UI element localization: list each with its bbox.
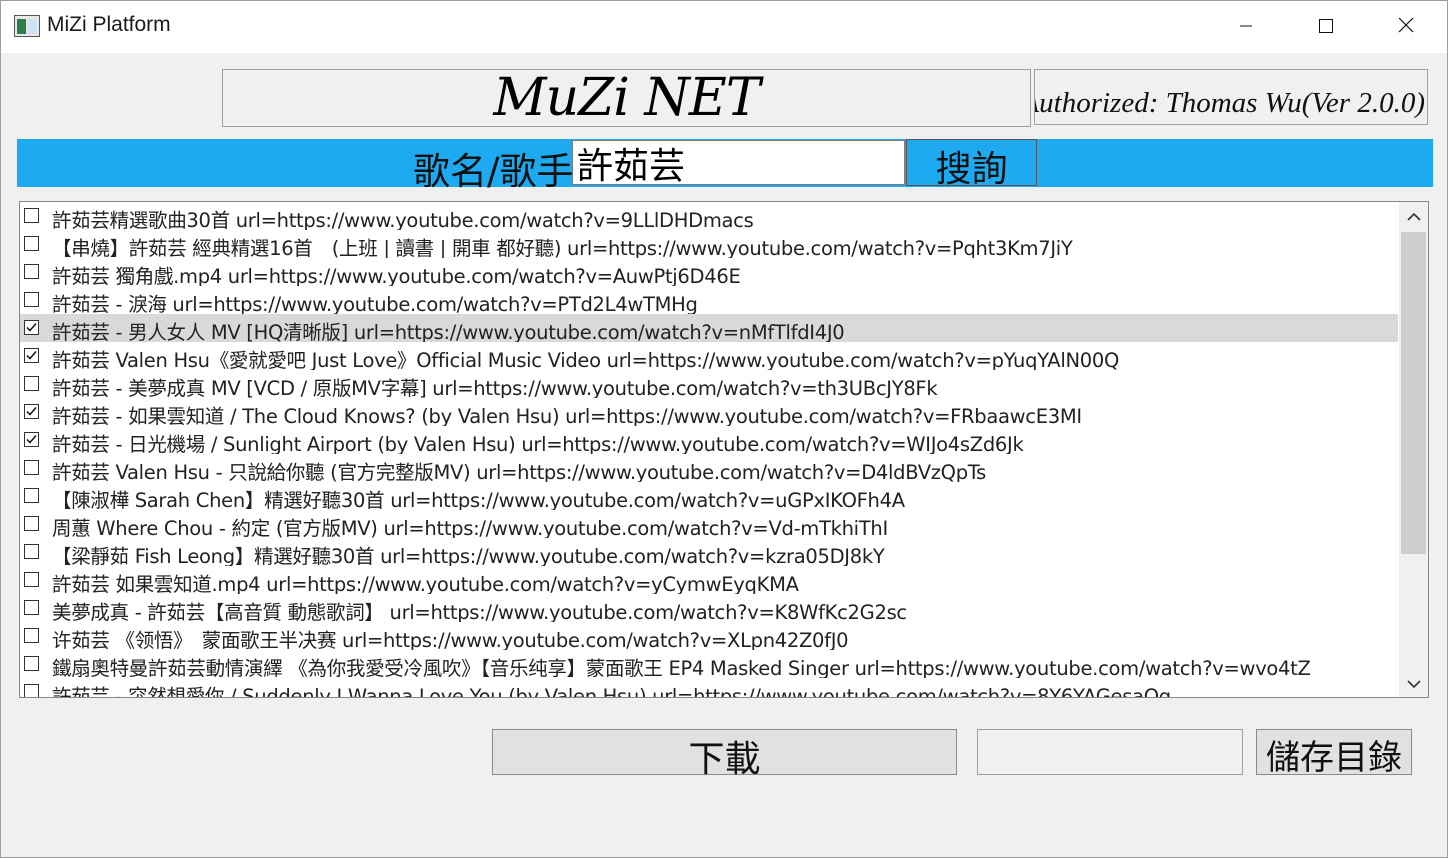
list-item-label: 許茹芸 - 男人女人 MV [HQ清晰版] url=https://www.yo… xyxy=(52,321,845,342)
item-checkbox[interactable] xyxy=(24,600,39,615)
list-item-label: 美夢成真 - 許茹芸【高音質 動態歌詞】 url=https://www.you… xyxy=(52,601,907,622)
item-checkbox[interactable] xyxy=(24,628,39,643)
list-item-label: 【陳淑樺 Sarah Chen】精選好聽30首 url=https://www.… xyxy=(52,489,905,510)
list-item-label: 許茹芸 - 日光機場 / Sunlight Airport (by Valen … xyxy=(52,433,1024,454)
list-item-label: 許茹芸 - 突然想愛你 / Suddenly I Wanna Love You … xyxy=(52,685,1171,698)
list-item[interactable]: 許茹芸 - 突然想愛你 / Suddenly I Wanna Love You … xyxy=(20,678,1398,698)
item-checkbox[interactable] xyxy=(24,264,39,279)
item-checkbox[interactable] xyxy=(24,404,39,419)
list-item-label: 許茹芸 - 淚海 url=https://www.youtube.com/wat… xyxy=(52,293,698,314)
list-item-label: 許茹芸 - 美夢成真 MV [VCD / 原版MV字幕] url=https:/… xyxy=(52,377,938,398)
title-bar: MiZi Platform xyxy=(1,1,1447,53)
list-item[interactable]: 许茹芸 《领悟》 蒙面歌王半决赛 url=https://www.youtube… xyxy=(20,622,1398,650)
list-item[interactable]: 許茹芸 獨角戲.mp4 url=https://www.youtube.com/… xyxy=(20,258,1398,286)
list-item-label: 許茹芸 Valen Hsu《愛就愛吧 Just Love》Official Mu… xyxy=(52,349,1119,370)
authorization-label: Authorized: Thomas Wu(Ver 2.0.0) xyxy=(1034,69,1428,125)
item-checkbox[interactable] xyxy=(24,572,39,587)
search-input[interactable] xyxy=(572,140,905,185)
item-checkbox[interactable] xyxy=(24,544,39,559)
window-title: MiZi Platform xyxy=(47,13,171,36)
app-window: MiZi Platform MuZi NET Authorized: Thoma… xyxy=(0,0,1448,858)
results-list[interactable]: 許茹芸精選歌曲30首 url=https://www.youtube.com/w… xyxy=(19,201,1429,698)
item-checkbox[interactable] xyxy=(24,320,39,335)
app-banner-title: MuZi NET xyxy=(222,68,1031,128)
item-checkbox[interactable] xyxy=(24,376,39,391)
list-item-label: 许茹芸 《领悟》 蒙面歌王半决赛 url=https://www.youtube… xyxy=(52,629,849,650)
list-item[interactable]: 【梁靜茹 Fish Leong】精選好聽30首 url=https://www.… xyxy=(20,538,1398,566)
list-item[interactable]: 周蕙 Where Chou - 約定 (官方版MV) url=https://w… xyxy=(20,510,1398,538)
list-item[interactable]: 許茹芸 - 日光機場 / Sunlight Airport (by Valen … xyxy=(20,426,1398,454)
list-item-label: 【串燒】許茹芸 經典精選16首 (上班 | 讀書 | 開車 都好聽) url=h… xyxy=(52,237,1073,258)
list-item-label: 鐵扇奧特曼許茹芸動情演繹 《為你我愛受冷風吹》【音乐纯享】蒙面歌王 EP4 Ma… xyxy=(52,657,1311,678)
list-item[interactable]: 美夢成真 - 許茹芸【高音質 動態歌詞】 url=https://www.you… xyxy=(20,594,1398,622)
results-rows: 許茹芸精選歌曲30首 url=https://www.youtube.com/w… xyxy=(20,202,1398,698)
minimize-button[interactable] xyxy=(1206,1,1286,53)
list-item[interactable]: 許茹芸 Valen Hsu《愛就愛吧 Just Love》Official Mu… xyxy=(20,342,1398,370)
item-checkbox[interactable] xyxy=(24,460,39,475)
item-checkbox[interactable] xyxy=(24,516,39,531)
item-checkbox[interactable] xyxy=(24,656,39,671)
search-bar: 歌名/歌手 搜詢 xyxy=(17,139,1433,193)
list-item-label: 許茹芸 - 如果雲知道 / The Cloud Knows? (by Valen… xyxy=(52,405,1082,426)
list-item[interactable]: 許茹芸 - 男人女人 MV [HQ清晰版] url=https://www.yo… xyxy=(20,314,1398,342)
save-path-field[interactable] xyxy=(977,729,1243,775)
app-window-icon xyxy=(14,15,40,37)
minimize-icon xyxy=(1239,18,1253,37)
maximize-icon xyxy=(1319,18,1333,37)
item-checkbox[interactable] xyxy=(24,488,39,503)
list-item-label: 許茹芸 Valen Hsu - 只說給你聽 (官方完整版MV) url=http… xyxy=(52,461,987,482)
list-item-label: 許茹芸精選歌曲30首 url=https://www.youtube.com/w… xyxy=(52,209,754,230)
item-checkbox[interactable] xyxy=(24,432,39,447)
vertical-scrollbar[interactable] xyxy=(1399,202,1428,697)
checkmark-icon xyxy=(26,435,37,444)
list-item-label: 許茹芸 如果雲知道.mp4 url=https://www.youtube.co… xyxy=(52,573,799,594)
item-checkbox[interactable] xyxy=(24,684,39,697)
checkmark-icon xyxy=(26,323,37,332)
list-item[interactable]: 【串燒】許茹芸 經典精選16首 (上班 | 讀書 | 開車 都好聽) url=h… xyxy=(20,230,1398,258)
close-button[interactable] xyxy=(1366,1,1446,53)
list-item[interactable]: 【陳淑樺 Sarah Chen】精選好聽30首 url=https://www.… xyxy=(20,482,1398,510)
close-icon xyxy=(1398,17,1414,37)
list-item[interactable]: 許茹芸 - 淚海 url=https://www.youtube.com/wat… xyxy=(20,286,1398,314)
chevron-up-icon xyxy=(1406,207,1421,226)
item-checkbox[interactable] xyxy=(24,348,39,363)
list-item[interactable]: 許茹芸 如果雲知道.mp4 url=https://www.youtube.co… xyxy=(20,566,1398,594)
download-button[interactable]: 下載 xyxy=(492,729,957,780)
checkmark-icon xyxy=(26,351,37,360)
item-checkbox[interactable] xyxy=(24,208,39,223)
chevron-down-icon xyxy=(1406,674,1421,693)
list-item[interactable]: 許茹芸精選歌曲30首 url=https://www.youtube.com/w… xyxy=(20,202,1398,230)
save-directory-button[interactable]: 儲存目錄 xyxy=(1256,729,1412,778)
list-item[interactable]: 許茹芸 - 美夢成真 MV [VCD / 原版MV字幕] url=https:/… xyxy=(20,370,1398,398)
scroll-up-button[interactable] xyxy=(1399,202,1428,230)
list-item[interactable]: 鐵扇奧特曼許茹芸動情演繹 《為你我愛受冷風吹》【音乐纯享】蒙面歌王 EP4 Ma… xyxy=(20,650,1398,678)
list-item[interactable]: 許茹芸 Valen Hsu - 只說給你聽 (官方完整版MV) url=http… xyxy=(20,454,1398,482)
scroll-thumb[interactable] xyxy=(1401,232,1426,554)
scroll-down-button[interactable] xyxy=(1399,669,1428,697)
list-item-label: 許茹芸 獨角戲.mp4 url=https://www.youtube.com/… xyxy=(52,265,741,286)
list-item-label: 周蕙 Where Chou - 約定 (官方版MV) url=https://w… xyxy=(52,517,888,538)
item-checkbox[interactable] xyxy=(24,292,39,307)
checkmark-icon xyxy=(26,407,37,416)
search-label: 歌名/歌手 xyxy=(413,150,574,193)
maximize-button[interactable] xyxy=(1286,1,1366,53)
item-checkbox[interactable] xyxy=(24,236,39,251)
list-item-label: 【梁靜茹 Fish Leong】精選好聽30首 url=https://www.… xyxy=(52,545,885,566)
search-button[interactable]: 搜詢 xyxy=(906,139,1037,190)
list-item[interactable]: 許茹芸 - 如果雲知道 / The Cloud Knows? (by Valen… xyxy=(20,398,1398,426)
